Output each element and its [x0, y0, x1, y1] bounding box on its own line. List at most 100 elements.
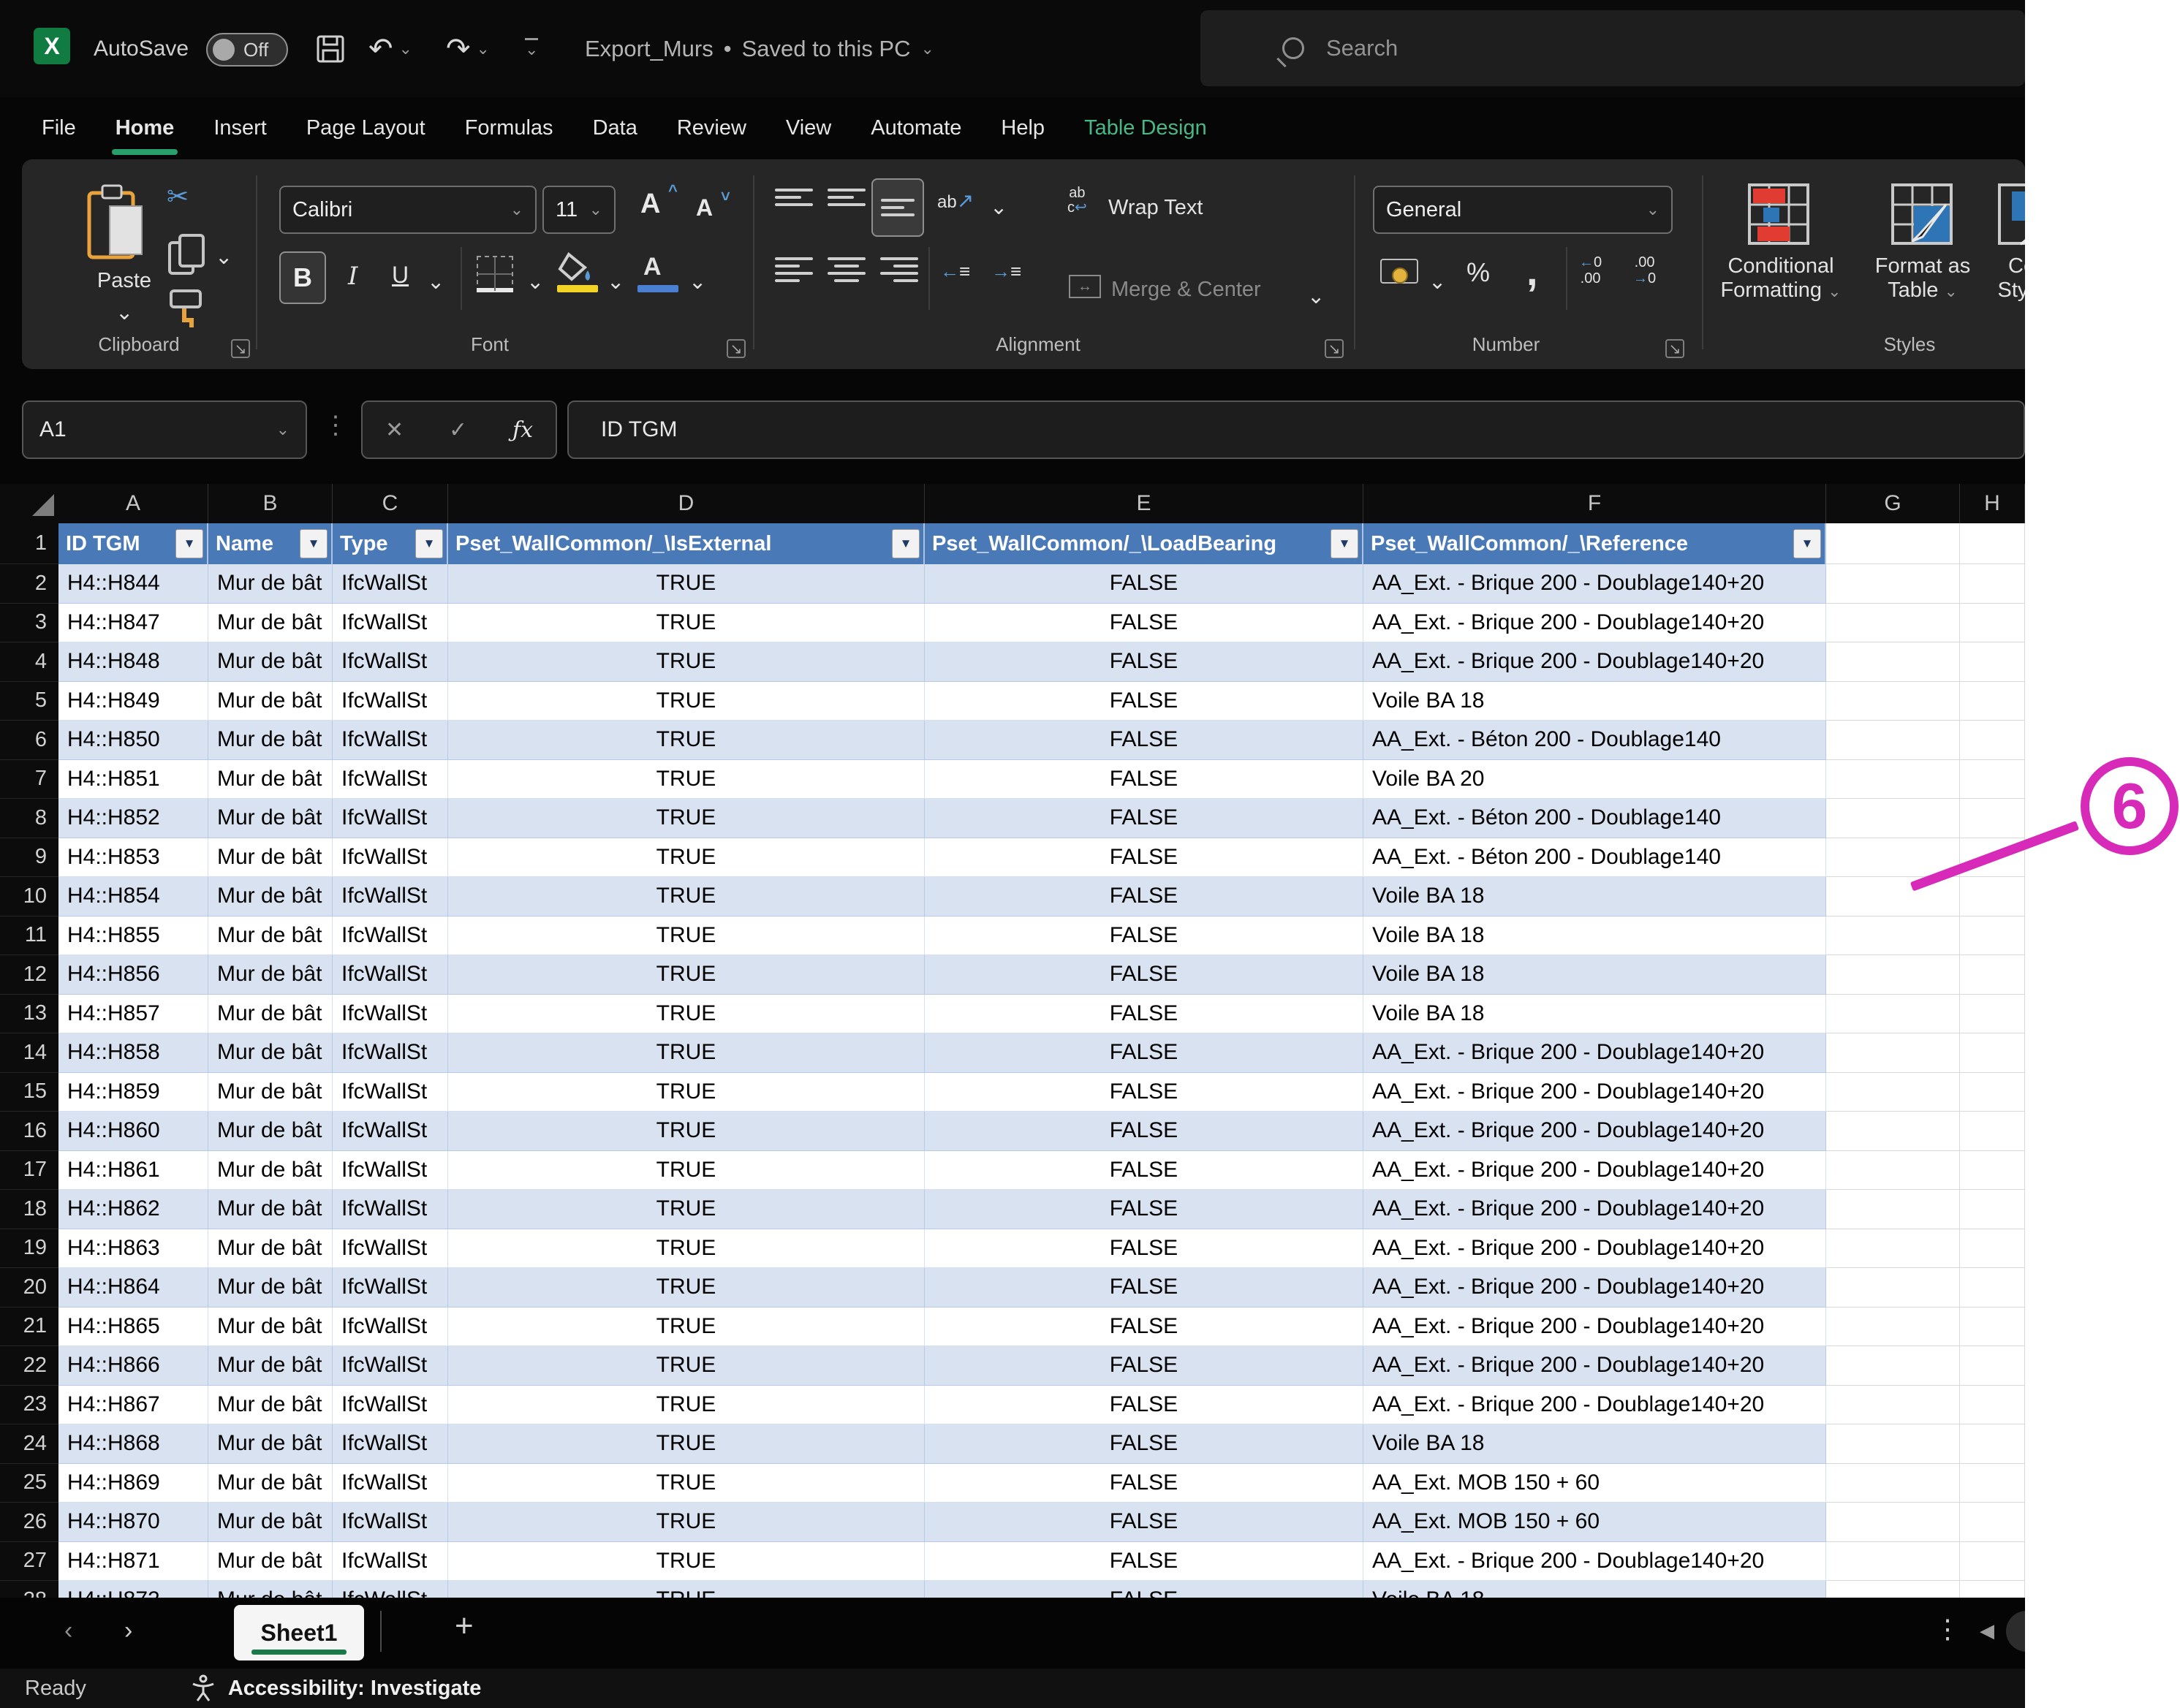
cell[interactable]: FALSE — [925, 642, 1363, 682]
excel-logo-icon[interactable]: X — [34, 28, 70, 64]
cell[interactable]: TRUE — [448, 1307, 925, 1347]
cell[interactable]: H4::H857 — [58, 995, 208, 1034]
cell-empty[interactable] — [1960, 604, 2025, 643]
cell-empty[interactable] — [1826, 642, 1960, 682]
cell[interactable]: TRUE — [448, 564, 925, 604]
ribbon-tab-file[interactable]: File — [22, 97, 96, 159]
ribbon-tab-formulas[interactable]: Formulas — [445, 97, 573, 159]
number-dialog-launcher[interactable]: ↘ — [1665, 339, 1684, 358]
row-header-21[interactable]: 21 — [0, 1307, 58, 1347]
cell-empty[interactable] — [1960, 1033, 2025, 1073]
cell-empty[interactable] — [1960, 1229, 2025, 1269]
cell[interactable]: Mur de bât — [208, 877, 333, 916]
cell-empty[interactable] — [1826, 1073, 1960, 1112]
row-header-8[interactable]: 8 — [0, 799, 58, 838]
cell[interactable]: IfcWallSt — [333, 1581, 448, 1598]
cell[interactable]: H4::H853 — [58, 838, 208, 878]
document-title[interactable]: Export_Murs • Saved to this PC ⌄ — [585, 0, 934, 97]
cell[interactable]: Mur de bât — [208, 1424, 333, 1464]
cancel-entry-icon[interactable]: ✕ — [385, 417, 404, 443]
bottom-align-button[interactable] — [871, 178, 924, 237]
row-header-23[interactable]: 23 — [0, 1386, 58, 1425]
cell[interactable]: IfcWallSt — [333, 955, 448, 995]
ribbon-tab-review[interactable]: Review — [657, 97, 766, 159]
cell-empty[interactable] — [1826, 1503, 1960, 1542]
cell-empty[interactable] — [1826, 1424, 1960, 1464]
filter-dropdown-icon[interactable]: ▼ — [415, 529, 443, 558]
cell-empty[interactable] — [1826, 1307, 1960, 1347]
cell-empty[interactable] — [1960, 799, 2025, 838]
cell[interactable]: FALSE — [925, 1190, 1363, 1229]
cell[interactable]: H4::H847 — [58, 604, 208, 643]
cell[interactable]: Voile BA 20 — [1363, 760, 1826, 800]
orientation-button[interactable]: ab↗ — [937, 189, 974, 213]
cell[interactable]: IfcWallSt — [333, 838, 448, 878]
prev-sheet-button[interactable]: ‹ — [64, 1617, 72, 1645]
row-header-28[interactable]: 28 — [0, 1581, 58, 1598]
ribbon-tab-automate[interactable]: Automate — [851, 97, 981, 159]
filter-dropdown-icon[interactable]: ▼ — [300, 529, 328, 558]
cell-empty[interactable] — [1826, 916, 1960, 956]
cell[interactable]: IfcWallSt — [333, 760, 448, 800]
row-header-6[interactable]: 6 — [0, 721, 58, 760]
cell-empty[interactable] — [1960, 523, 2025, 564]
row-header-19[interactable]: 19 — [0, 1229, 58, 1269]
next-sheet-button[interactable]: › — [124, 1617, 132, 1645]
cell-empty[interactable] — [1960, 721, 2025, 760]
column-header-B[interactable]: B — [208, 484, 333, 523]
cell[interactable]: TRUE — [448, 1073, 925, 1112]
cell[interactable]: TRUE — [448, 1190, 925, 1229]
cell-empty[interactable] — [1960, 1424, 2025, 1464]
cell-empty[interactable] — [1826, 995, 1960, 1034]
row-header-11[interactable]: 11 — [0, 916, 58, 956]
cell[interactable]: FALSE — [925, 682, 1363, 721]
ribbon-tab-home[interactable]: Home — [96, 97, 194, 159]
cell-empty[interactable] — [1826, 1190, 1960, 1229]
cell[interactable]: Mur de bât — [208, 1151, 333, 1191]
decrease-indent-button[interactable]: ←≡ — [940, 260, 970, 283]
row-header-18[interactable]: 18 — [0, 1190, 58, 1229]
cell[interactable]: AA_Ext. - Brique 200 - Doublage140+20 — [1363, 642, 1826, 682]
row-header-22[interactable]: 22 — [0, 1346, 58, 1386]
cell[interactable]: FALSE — [925, 955, 1363, 995]
cell[interactable]: IfcWallSt — [333, 799, 448, 838]
add-sheet-button[interactable]: + — [455, 1608, 474, 1644]
alignment-dialog-launcher[interactable]: ↘ — [1325, 339, 1344, 358]
cell[interactable]: TRUE — [448, 838, 925, 878]
cell[interactable]: FALSE — [925, 1581, 1363, 1598]
cell[interactable]: Mur de bât — [208, 1542, 333, 1582]
borders-button[interactable] — [477, 256, 513, 292]
cell[interactable]: AA_Ext. - Brique 200 - Doublage140+20 — [1363, 1542, 1826, 1582]
cell[interactable]: AA_Ext. - Brique 200 - Doublage140+20 — [1363, 604, 1826, 643]
cell[interactable]: IfcWallSt — [333, 1464, 448, 1503]
cell[interactable]: IfcWallSt — [333, 995, 448, 1034]
font-color-dropdown-icon[interactable]: ⌄ — [689, 269, 706, 295]
cell[interactable]: Voile BA 18 — [1363, 682, 1826, 721]
row-header-14[interactable]: 14 — [0, 1033, 58, 1073]
cell[interactable]: IfcWallSt — [333, 564, 448, 604]
cell[interactable]: H4::H866 — [58, 1346, 208, 1386]
customize-quick-access-button[interactable]: ⌄ — [525, 0, 538, 97]
cut-icon[interactable]: ✂ — [167, 181, 189, 212]
cell[interactable]: IfcWallSt — [333, 1307, 448, 1347]
cell[interactable]: IfcWallSt — [333, 1190, 448, 1229]
cell-empty[interactable] — [1826, 1268, 1960, 1307]
cell[interactable]: Voile BA 18 — [1363, 1424, 1826, 1464]
cell-styles-button[interactable]: Cell Styles — [1975, 254, 2025, 303]
filter-dropdown-icon[interactable]: ▼ — [1331, 529, 1358, 558]
font-size-select[interactable]: 11⌄ — [542, 186, 616, 234]
row-header-17[interactable]: 17 — [0, 1151, 58, 1191]
comma-style-button[interactable]: , — [1526, 247, 1538, 295]
italic-button[interactable]: I — [348, 262, 357, 291]
row-header-26[interactable]: 26 — [0, 1503, 58, 1542]
cell-empty[interactable] — [1826, 799, 1960, 838]
cell[interactable]: TRUE — [448, 955, 925, 995]
cell[interactable]: FALSE — [925, 1503, 1363, 1542]
row-header-16[interactable]: 16 — [0, 1112, 58, 1151]
font-color-button[interactable]: A — [643, 253, 662, 281]
cell[interactable]: H4::H864 — [58, 1268, 208, 1307]
cell[interactable]: H4::H863 — [58, 1229, 208, 1269]
cell[interactable]: H4::H865 — [58, 1307, 208, 1347]
formula-input[interactable]: ID TGM — [567, 401, 2025, 459]
decrease-decimal-button[interactable]: .00→0 — [1633, 254, 1656, 286]
